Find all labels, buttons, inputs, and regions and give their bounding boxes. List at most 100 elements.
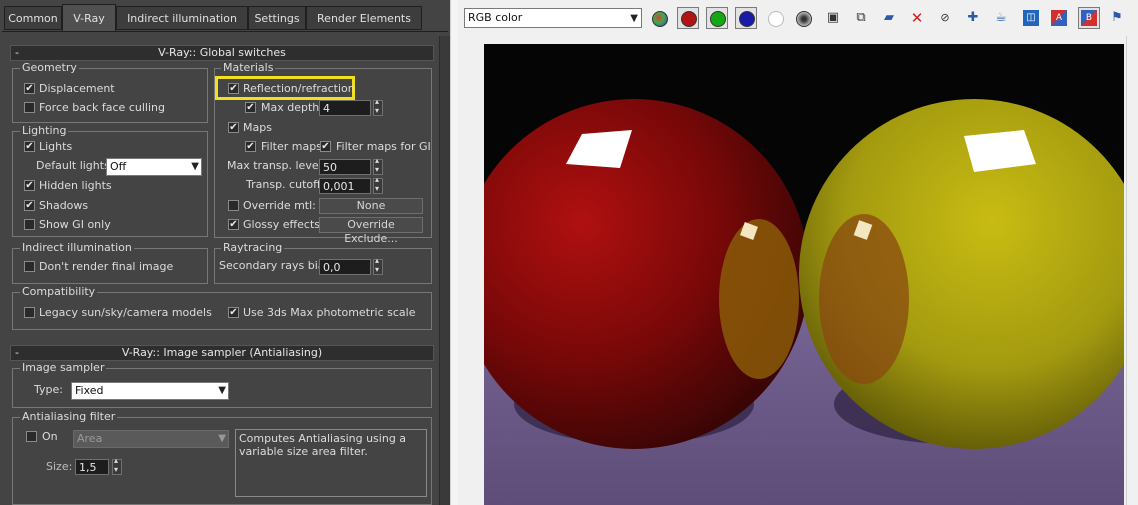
ab-compare-icon: B [1081,10,1097,26]
max-transp-levels-spinner[interactable] [373,156,383,175]
transp-cutoff-input[interactable]: 0,001 [319,178,371,194]
mono-button[interactable] [792,7,814,29]
filter-maps-for-gi-checkbox[interactable]: ✔ [320,141,331,152]
max-depth-input[interactable]: 4 [319,100,371,116]
filter-maps-for-gi-label: Filter maps for GI [336,140,431,153]
dont-render-final-image-checkbox[interactable] [24,261,35,272]
legacy-models-checkbox[interactable] [24,307,35,318]
default-lights-select[interactable]: Off ▼ [106,158,202,176]
viewport-scrollbar[interactable] [1126,36,1138,505]
lighting-group-label: Lighting [20,124,69,137]
load-image-button[interactable]: ▰ [878,7,900,29]
max-transp-levels-label: Max transp. levels [227,159,328,172]
max-transp-levels-input[interactable]: 50 [319,159,371,175]
show-gi-only-label: Show GI only [39,218,111,231]
render-last-button[interactable]: ☕ [990,7,1012,29]
tab-divider [2,31,448,32]
chevron-down-icon: ▼ [191,161,199,172]
filter-size-input[interactable]: 1,5 [75,459,109,475]
green-channel-button[interactable] [706,7,728,29]
collapse-icon: - [15,46,19,59]
aa-filter-on-label: On [42,430,58,443]
mono-icon [796,11,812,27]
link-icon: ⊘ [940,11,950,24]
aa-filter-type-value: Area [77,432,103,445]
red-channel-icon [681,11,697,27]
region-render-button[interactable]: ✚ [962,7,984,29]
image-sampler-rollout-header[interactable]: - V-Ray:: Image sampler (Antialiasing) [10,345,434,361]
show-gi-only-checkbox[interactable] [24,219,35,230]
hidden-lights-checkbox[interactable]: ✔ [24,180,35,191]
compare-b-button[interactable]: B [1078,7,1100,29]
render-setup-panel: Common V-Ray Indirect illumination Setti… [0,0,450,505]
override-mtl-checkbox[interactable] [228,200,239,211]
tab-settings[interactable]: Settings [248,6,306,30]
legacy-models-label: Legacy sun/sky/camera models [39,306,212,319]
alpha-channel-button[interactable] [764,7,786,29]
max-depth-spinner[interactable] [373,97,383,116]
red-channel-button[interactable] [677,7,699,29]
region-icon: ✚ [967,10,979,25]
aa-filter-type-select[interactable]: Area ▼ [73,430,229,448]
tab-common[interactable]: Common [4,6,62,30]
default-lights-value: Off [110,160,127,173]
reflection-refraction-checkbox[interactable]: ✔ [228,83,239,94]
maps-checkbox[interactable]: ✔ [228,122,239,133]
aa-filter-description: Computes Antialiasing using a variable s… [235,429,427,497]
secondary-rays-bias-input[interactable]: 0,0 [319,259,371,275]
save-image-button[interactable]: ▣ [822,7,844,29]
lights-checkbox[interactable]: ✔ [24,141,35,152]
shadows-checkbox[interactable]: ✔ [24,200,35,211]
blue-channel-icon [739,11,755,27]
chevron-down-icon: ▼ [218,385,226,396]
sampler-type-value: Fixed [75,384,104,397]
track-mouse-button[interactable]: ⊘ [934,7,956,29]
stamp-button[interactable]: ⚑ [1106,7,1128,29]
ab-compare-icon: A [1051,10,1067,26]
filter-size-spinner[interactable] [112,456,122,475]
rendered-image [484,44,1124,505]
image-sampler-group-label: Image sampler [20,361,107,374]
rgb-channels-icon [652,11,668,27]
use-photometric-scale-label: Use 3ds Max photometric scale [243,306,416,319]
global-switches-rollout-header[interactable]: - V-Ray:: Global switches [10,45,434,61]
secondary-rays-bias-label: Secondary rays bias [219,259,331,272]
folder-icon: ▰ [884,10,894,25]
compare-a-button[interactable]: A [1048,7,1070,29]
shadows-label: Shadows [39,199,89,212]
tab-indirect-illumination[interactable]: Indirect illumination [116,6,248,30]
render-scene-svg [484,44,1124,505]
filter-maps-checkbox[interactable]: ✔ [245,141,256,152]
override-exclude-button[interactable]: Override Exclude... [319,217,423,245]
color-correction-button[interactable]: ◫ [1020,7,1042,29]
secondary-rays-bias-spinner[interactable] [373,256,383,275]
channel-select[interactable]: RGB color ▼ [464,8,642,28]
glossy-effects-checkbox[interactable]: ✔ [228,219,239,230]
collapse-icon: - [15,346,19,359]
lights-label: Lights [39,140,73,153]
sampler-type-select[interactable]: Fixed ▼ [71,382,229,400]
frame-buffer-window: RGB color ▼ ▣ ⧉ ▰ ✕ ⊘ ✚ ☕ ◫ A B ⚑ [458,0,1138,505]
tab-vray[interactable]: V-Ray [62,4,116,32]
antialiasing-filter-group-label: Antialiasing filter [20,410,118,423]
blue-channel-button[interactable] [735,7,757,29]
rgb-channels-button[interactable] [648,7,670,29]
force-back-face-culling-checkbox[interactable] [24,102,35,113]
channel-value: RGB color [468,11,523,24]
frame-buffer-toolbar: RGB color ▼ ▣ ⧉ ▰ ✕ ⊘ ✚ ☕ ◫ A B ⚑ [458,0,1138,36]
raytracing-group-label: Raytracing [221,241,285,254]
dont-render-final-image-label: Don't render final image [39,260,174,273]
render-viewport[interactable] [458,36,1138,505]
clear-image-button[interactable]: ✕ [906,7,928,29]
max-depth-checkbox[interactable]: ✔ [245,102,256,113]
transp-cutoff-spinner[interactable] [373,175,383,194]
clone-frame-button[interactable]: ⧉ [850,7,872,29]
override-mtl-button[interactable]: None [319,198,423,214]
save-icon: ▣ [826,10,840,25]
aa-filter-on-checkbox[interactable] [26,431,37,442]
indirect-illumination-group-label: Indirect illumination [20,241,134,254]
tab-render-elements[interactable]: Render Elements [306,6,422,30]
displacement-checkbox[interactable]: ✔ [24,83,35,94]
panel-scrollbar[interactable] [439,36,450,505]
use-photometric-scale-checkbox[interactable]: ✔ [228,307,239,318]
